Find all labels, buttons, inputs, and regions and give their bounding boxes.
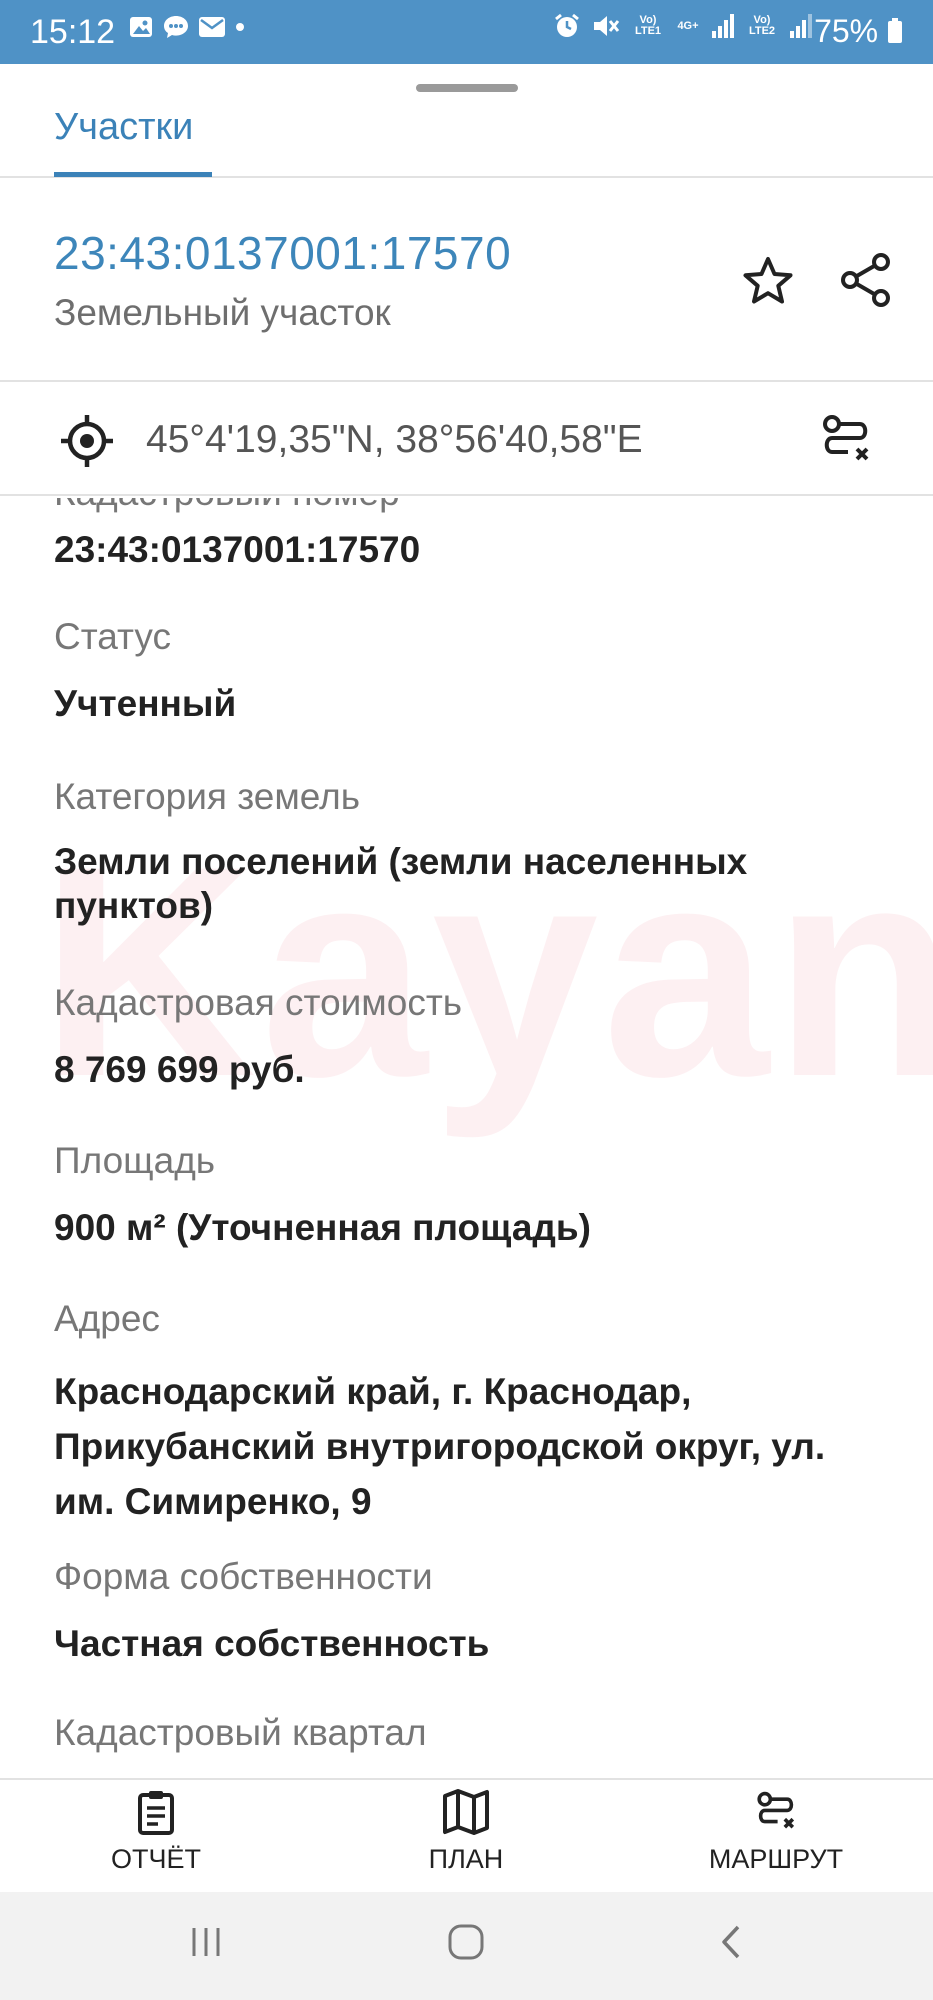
back-icon[interactable] (712, 1922, 752, 1962)
share-icon[interactable] (836, 250, 896, 310)
plan-button[interactable]: ПЛАН (366, 1788, 566, 1875)
area-value: 900 м² (Уточненная площадь) (54, 1207, 591, 1248)
cadastral-number-label: Кадастровый номер (54, 498, 400, 514)
parcel-details[interactable]: Kayan Кадастровый номер 23:43:0137001:17… (0, 498, 933, 1778)
cadastral-number-value: 23:43:0137001:17570 (54, 529, 421, 570)
mute-icon (594, 16, 620, 36)
status-label: Статус (54, 616, 171, 657)
4g-plus-icon: 4G+ (677, 19, 699, 32)
battery-level: 75% (814, 13, 903, 50)
parcel-header: 23:43:0137001:17570 Земельный участок (0, 180, 933, 382)
mail-notification-icon (199, 17, 225, 37)
gallery-notification-icon (130, 17, 152, 37)
area-label: Площадь (54, 1140, 216, 1181)
land-category-value: Земли поселений (земли населенных пункто… (54, 841, 748, 926)
map-icon (443, 1789, 489, 1835)
route-icon[interactable] (816, 410, 876, 470)
signal-strength-2-icon (790, 14, 812, 38)
parcel-type-subtitle: Земельный участок (54, 292, 391, 333)
land-category-label: Категория земель (54, 776, 361, 817)
parcel-number-title[interactable]: 23:43:0137001:17570 (54, 226, 511, 280)
sheet-drag-handle[interactable] (416, 84, 518, 92)
tab-parcels[interactable]: Участки (54, 106, 193, 149)
message-notification-icon (164, 16, 188, 38)
tab-bar: Участки (0, 92, 933, 178)
route-button[interactable]: МАРШРУТ (676, 1788, 876, 1875)
active-tab-indicator (54, 172, 212, 177)
recent-apps-icon[interactable] (186, 1922, 226, 1962)
plan-label: ПЛАН (428, 1844, 504, 1874)
bottom-action-bar: ОТЧЁТ ПЛАН МАРШРУТ (0, 1778, 933, 1892)
report-clipboard-icon (138, 1791, 174, 1835)
cadastral-cost-label: Кадастровая стоимость (54, 982, 463, 1023)
status-value: Учтенный (54, 683, 237, 724)
ownership-form-value: Частная собственность (54, 1623, 490, 1664)
battery-percent: 75% (814, 13, 879, 49)
report-button[interactable]: ОТЧЁТ (56, 1788, 256, 1875)
status-time: 15:12 (30, 13, 116, 51)
notification-icons (128, 14, 246, 40)
status-bar: 15:12 Vo) LTE1 4G+ Vo) LTE2 75% (0, 0, 933, 64)
home-icon[interactable] (446, 1922, 486, 1962)
battery-icon (888, 18, 902, 43)
ownership-form-label: Форма собственности (54, 1556, 433, 1597)
sim1-volte-icon: Vo) LTE1 (634, 14, 662, 37)
sim2-volte-icon: Vo) LTE2 (748, 14, 776, 37)
coordinates-row: 45°4'19,35"N, 38°56'40,58"E (0, 384, 933, 496)
report-label: ОТЧЁТ (110, 1844, 201, 1874)
signal-strength-1-icon (712, 14, 734, 38)
favorite-star-icon[interactable] (740, 254, 796, 310)
route-label: МАРШРУТ (708, 1844, 844, 1874)
system-navigation-bar (0, 1892, 933, 2000)
location-target-icon[interactable] (58, 412, 116, 470)
alarm-icon (555, 13, 579, 37)
address-label: Адрес (54, 1298, 160, 1339)
cadastral-quarter-label: Кадастровый квартал (54, 1712, 427, 1753)
address-value: Краснодарский край, г. Краснодар, Прикуб… (54, 1371, 826, 1522)
system-status-icons: Vo) LTE1 4G+ Vo) LTE2 (553, 12, 813, 40)
more-notifications-dot-icon (236, 23, 244, 31)
cadastral-cost-value: 8 769 699 руб. (54, 1049, 305, 1090)
route-nav-icon (757, 1791, 795, 1829)
coordinates-text[interactable]: 45°4'19,35"N, 38°56'40,58"E (146, 418, 643, 462)
